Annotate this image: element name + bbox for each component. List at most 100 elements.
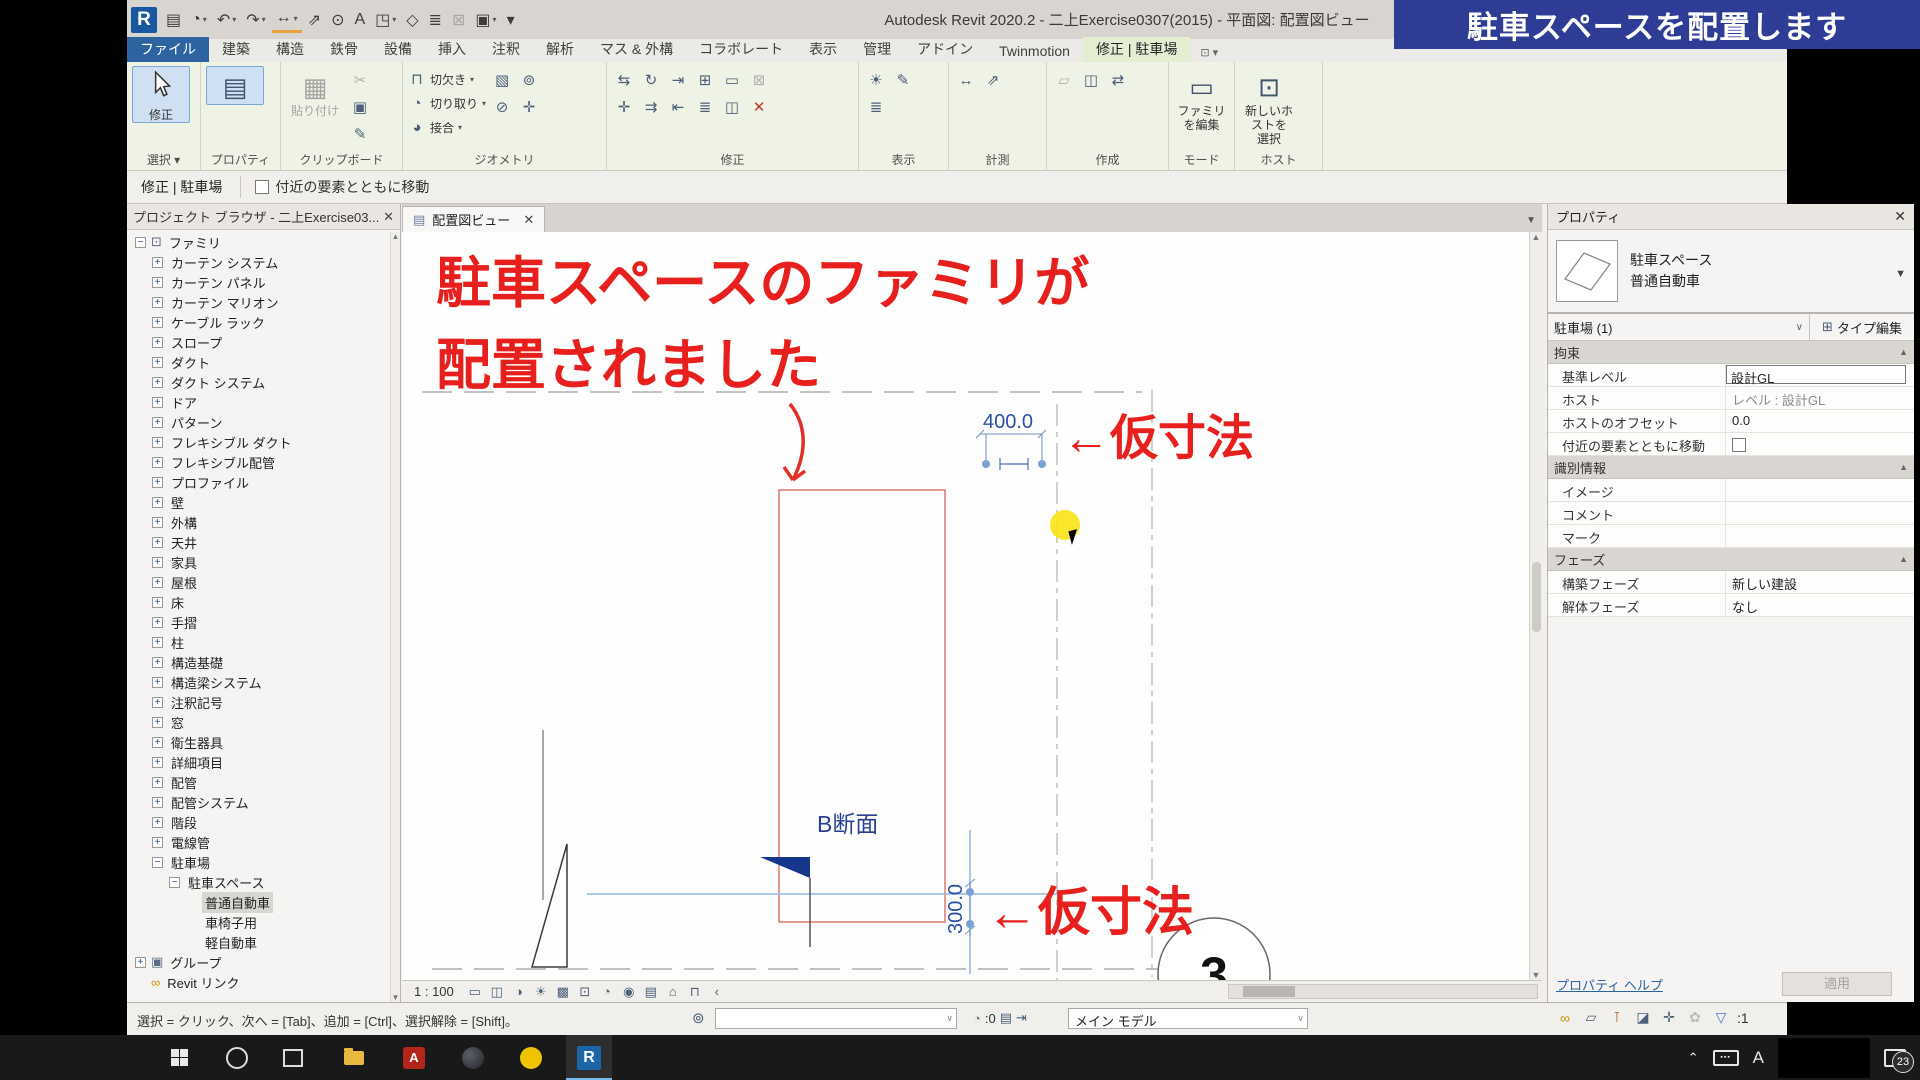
linework-icon[interactable]: ≣: [864, 95, 888, 119]
tab-ribbon-6[interactable]: 注釈: [479, 37, 533, 62]
tree-item-35[interactable]: 軽自動車: [127, 932, 390, 952]
properties-header[interactable]: プロパティ ✕: [1548, 204, 1914, 230]
create-group-icon[interactable]: ▱: [1052, 68, 1076, 92]
search-button[interactable]: [214, 1035, 260, 1080]
move-icon[interactable]: ✛: [612, 95, 636, 119]
redo-icon[interactable]: ↷▾: [242, 7, 269, 33]
tree-item-8[interactable]: +ドア: [127, 392, 390, 412]
create-parts-icon[interactable]: ◫: [1079, 68, 1103, 92]
expand-icon[interactable]: +: [152, 497, 163, 508]
expand-icon[interactable]: +: [152, 557, 163, 568]
pick-new-host-button[interactable]: ⊡新しいホストを 選択: [1240, 66, 1298, 147]
drag-on-selection-icon[interactable]: ✛: [1659, 1009, 1679, 1026]
filter-icon[interactable]: ▽: [1711, 1009, 1731, 1026]
tab-ribbon-1[interactable]: 建築: [209, 37, 263, 62]
select-by-face-icon[interactable]: ◪: [1633, 1009, 1653, 1026]
tab-ribbon-8[interactable]: マス & 外構: [587, 37, 686, 62]
value-checkbox[interactable]: [1732, 438, 1746, 452]
tree-item-24[interactable]: +窓: [127, 712, 390, 732]
tab-ribbon-13[interactable]: Twinmotion: [986, 41, 1083, 62]
scale-icon[interactable]: ◫: [720, 95, 744, 119]
worksets-icon[interactable]: ⊚: [692, 1009, 705, 1027]
trim-icon[interactable]: ⇤: [666, 95, 690, 119]
collapse-icon[interactable]: ‹: [706, 984, 728, 1000]
hide-isolate-icon[interactable]: ◔: [596, 984, 618, 1000]
property-value[interactable]: 新しい建設: [1726, 571, 1914, 593]
expand-icon[interactable]: +: [152, 657, 163, 668]
design-options-icon[interactable]: ◔: [973, 1011, 981, 1026]
tree-item-5[interactable]: +スロープ: [127, 332, 390, 352]
project-browser-scrollbar[interactable]: ▲▼: [390, 232, 400, 1002]
collapse-icon[interactable]: −: [152, 857, 163, 868]
property-value[interactable]: [1726, 502, 1914, 524]
properties-help-link[interactable]: プロパティ ヘルプ: [1556, 975, 1663, 994]
expand-icon[interactable]: +: [152, 357, 163, 368]
expand-icon[interactable]: +: [152, 417, 163, 428]
section-header-1[interactable]: 識別情報▲: [1548, 456, 1914, 479]
touch-keyboard-icon[interactable]: ▪▪▪: [1713, 1050, 1739, 1066]
expand-icon[interactable]: +: [152, 837, 163, 848]
close-view-icon[interactable]: ✕: [523, 212, 534, 228]
reveal-constraints-icon[interactable]: ⊓: [684, 984, 706, 1000]
expand-icon[interactable]: +: [152, 397, 163, 408]
detail-level-icon[interactable]: ◫: [486, 984, 508, 1000]
unjoin-icon[interactable]: ⊘: [490, 95, 514, 119]
tab-ribbon-10[interactable]: 表示: [796, 37, 850, 62]
scrollbar-thumb[interactable]: [1532, 562, 1541, 632]
property-value[interactable]: 0.0: [1726, 410, 1914, 432]
cut-geometry-button[interactable]: ◔切り取り▾: [408, 92, 486, 114]
crop-view-icon[interactable]: ⊡: [574, 984, 596, 1000]
collapse-icon[interactable]: ▲: [1899, 347, 1908, 357]
active-model-icon[interactable]: ⇥: [1016, 1010, 1027, 1026]
tree-item-4[interactable]: +ケーブル ラック: [127, 312, 390, 332]
sync-icon[interactable]: ◔▾: [187, 7, 211, 33]
select-pinned-icon[interactable]: ⊺: [1607, 1009, 1627, 1026]
section-label[interactable]: B断面: [817, 811, 878, 837]
tree-item-22[interactable]: +構造梁システム: [127, 672, 390, 692]
active-design-option-dropdown[interactable]: メイン モデル ∨: [1068, 1008, 1308, 1029]
match-properties-icon[interactable]: ✎: [348, 122, 372, 146]
pin-icon[interactable]: ⊠: [747, 68, 771, 92]
expand-icon[interactable]: +: [152, 517, 163, 528]
tree-item-7[interactable]: +ダクト システム: [127, 372, 390, 392]
close-icon[interactable]: ✕: [1894, 208, 1906, 225]
expand-icon[interactable]: +: [152, 797, 163, 808]
move-with-nearby-checkbox[interactable]: [255, 180, 269, 194]
tree-item-30[interactable]: +電線管: [127, 832, 390, 852]
collapse-icon[interactable]: −: [169, 877, 180, 888]
property-value[interactable]: レベル : 設計GL: [1726, 387, 1914, 409]
expand-icon[interactable]: +: [152, 277, 163, 288]
acrobat-icon[interactable]: A: [391, 1035, 437, 1080]
edit-family-button[interactable]: ▭ファミリ を編集: [1174, 66, 1229, 133]
thin-lines-icon[interactable]: ≣: [425, 7, 446, 33]
expand-icon[interactable]: +: [152, 817, 163, 828]
workset-dropdown[interactable]: ∨: [715, 1008, 957, 1029]
select-links-icon[interactable]: ∞: [1555, 1010, 1575, 1026]
section-icon[interactable]: ◇: [402, 7, 422, 33]
notification-icon[interactable]: 23: [1884, 1049, 1906, 1067]
expand-icon[interactable]: +: [152, 457, 163, 468]
tree-item-31[interactable]: −駐車場: [127, 852, 390, 872]
view-tab[interactable]: ▤ 配置図ビュー ✕: [402, 206, 545, 232]
recorder-icon[interactable]: [508, 1035, 554, 1080]
expand-icon[interactable]: +: [152, 577, 163, 588]
property-value[interactable]: 設計GL: [1726, 364, 1914, 386]
text-icon[interactable]: A: [350, 7, 369, 33]
paste-button[interactable]: ▦貼り付け: [286, 66, 344, 119]
tree-item-18[interactable]: +床: [127, 592, 390, 612]
temp-view-props-icon[interactable]: ▤: [640, 984, 662, 1000]
shadows-icon[interactable]: ▩: [552, 984, 574, 1000]
expand-icon[interactable]: +: [152, 377, 163, 388]
visual-style-icon[interactable]: ◑: [508, 984, 530, 1000]
tree-item-0[interactable]: −⊡ファミリ: [127, 232, 390, 252]
expand-icon[interactable]: +: [152, 757, 163, 768]
tab-ribbon-5[interactable]: 挿入: [425, 37, 479, 62]
tab-ribbon-14[interactable]: 修正 | 駐車場: [1083, 37, 1190, 62]
view-list-icon[interactable]: ▼: [1526, 215, 1536, 226]
expand-icon[interactable]: +: [152, 297, 163, 308]
collapse-icon[interactable]: ▲: [1899, 554, 1908, 564]
tree-item-12[interactable]: +プロファイル: [127, 472, 390, 492]
scale-button[interactable]: 1 : 100: [402, 984, 464, 999]
expand-icon[interactable]: +: [152, 317, 163, 328]
editable-requests-icon[interactable]: ▤: [1000, 1010, 1012, 1026]
